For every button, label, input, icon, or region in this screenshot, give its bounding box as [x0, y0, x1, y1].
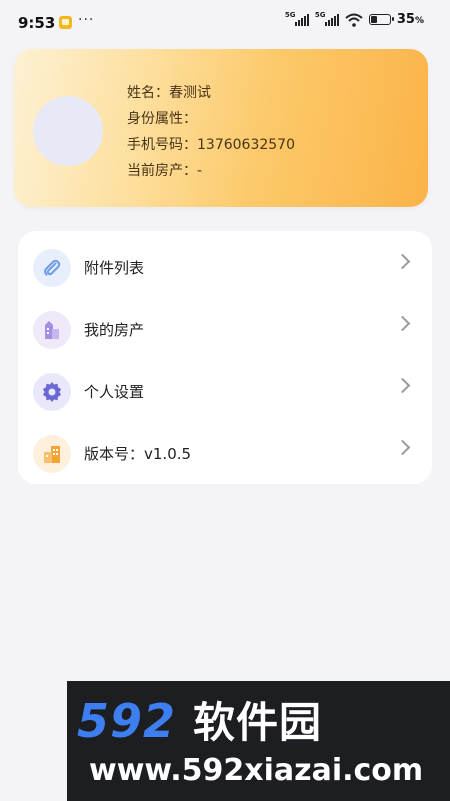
- profile-name: 姓名：春测试: [127, 85, 211, 101]
- more-notifications-icon: ···: [78, 12, 95, 28]
- profile-identity: 身份属性：: [127, 111, 197, 127]
- menu-item-version[interactable]: 版本号：v1.0.5: [18, 422, 432, 484]
- building-icon: [33, 311, 71, 349]
- chevron-right-icon: [394, 377, 411, 394]
- menu-label-my-property: 我的房产: [84, 321, 145, 339]
- menu-label-attachments: 附件列表: [84, 259, 145, 277]
- profile-property: 当前房产：-: [127, 163, 203, 179]
- status-indicators: 5G 5G 35%: [284, 10, 424, 28]
- buildings-icon: [33, 435, 71, 473]
- menu-list: 附件列表 我的房产 个人设置 版本号：v1.0.5: [18, 231, 432, 484]
- watermark-url: www.592xiazai.com: [89, 753, 424, 788]
- battery-percent: 35%: [396, 12, 424, 27]
- avatar[interactable]: [33, 96, 103, 166]
- watermark-banner: 592 软件园 www.592xiazai.com: [67, 681, 450, 801]
- watermark-logo: 592 软件园: [77, 689, 322, 750]
- status-time: 9:53: [18, 14, 56, 32]
- status-bar: 9:53 ··· 5G 5G 35%: [0, 0, 450, 44]
- profile-phone: 手机号码：13760632570: [127, 137, 295, 153]
- chevron-right-icon: [394, 315, 411, 332]
- signal-5g-label-2: 5G: [314, 10, 326, 19]
- watermark-brand: 软件园: [193, 698, 323, 747]
- menu-item-my-property[interactable]: 我的房产: [18, 298, 432, 360]
- gear-icon: [33, 373, 71, 411]
- menu-item-attachments[interactable]: 附件列表: [18, 236, 432, 298]
- menu-label-version: 版本号：v1.0.5: [84, 445, 192, 463]
- menu-item-personal-settings[interactable]: 个人设置: [18, 360, 432, 422]
- signal-icon-2: 5G: [314, 10, 339, 26]
- battery-icon: [368, 14, 394, 25]
- profile-card: 姓名：春测试 身份属性： 手机号码：13760632570 当前房产：-: [14, 49, 428, 207]
- notification-app-icon: [59, 16, 72, 29]
- chevron-right-icon: [394, 439, 411, 456]
- chevron-right-icon: [394, 253, 411, 270]
- watermark-number: 592: [77, 694, 177, 748]
- signal-5g-label: 5G: [284, 10, 296, 19]
- menu-label-personal-settings: 个人设置: [84, 383, 145, 401]
- paperclip-icon: [33, 249, 71, 287]
- signal-icon: 5G: [284, 10, 309, 26]
- profile-info: 姓名：春测试 身份属性： 手机号码：13760632570 当前房产：-: [127, 80, 295, 184]
- wifi-icon: [345, 13, 363, 27]
